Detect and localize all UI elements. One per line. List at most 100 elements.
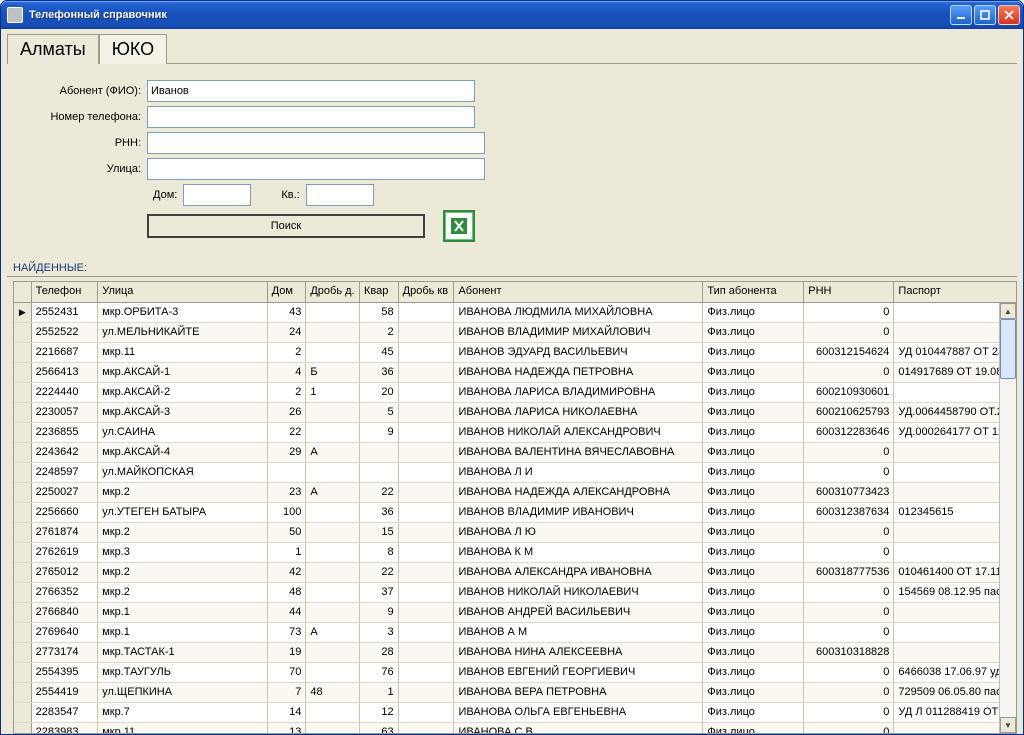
cell-abon: ИВАНОВ НИКОЛАЙ НИКОЛАЕВИЧ [454, 582, 703, 602]
cell-rnn: 0 [804, 322, 894, 342]
table-row[interactable]: 2236855ул.САИНА229ИВАНОВ НИКОЛАЙ АЛЕКСАН… [14, 422, 1017, 442]
col-house[interactable]: Дом [267, 282, 306, 302]
col-rowhead[interactable] [14, 282, 31, 302]
cell-street: ул.ЩЕПКИНА [98, 682, 268, 702]
export-excel-button[interactable] [443, 210, 475, 242]
table-row[interactable]: ▶2552431мкр.ОРБИТА-34358ИВАНОВА ЛЮДМИЛА … [14, 302, 1017, 322]
cell-phone: 2554419 [31, 682, 98, 702]
cell-frac [306, 502, 360, 522]
cell-abon: ИВАНОВА НАДЕЖДА ПЕТРОВНА [454, 362, 703, 382]
abon-input[interactable] [147, 80, 475, 102]
table-row[interactable]: 2230057мкр.АКСАЙ-3265ИВАНОВА ЛАРИСА НИКО… [14, 402, 1017, 422]
table-row[interactable]: 2554395мкр.ТАУГУЛЬ7076ИВАНОВ ЕВГЕНИЙ ГЕО… [14, 662, 1017, 682]
table-row[interactable]: 2765012мкр.24222ИВАНОВА АЛЕКСАНДРА ИВАНО… [14, 562, 1017, 582]
col-rnn[interactable]: РНН [804, 282, 894, 302]
street-input[interactable] [147, 158, 485, 180]
cell-fracf [398, 522, 454, 542]
table-row[interactable]: 2224440мкр.АКСАЙ-22120ИВАНОВА ЛАРИСА ВЛА… [14, 382, 1017, 402]
flat-input[interactable] [306, 184, 374, 206]
cell-type: Физ.лицо [703, 662, 804, 682]
row-indicator [14, 622, 31, 642]
cell-abon: ИВАНОВА НАДЕЖДА АЛЕКСАНДРОВНА [454, 482, 703, 502]
cell-type: Физ.лицо [703, 722, 804, 734]
cell-rnn: 600210930601 [804, 382, 894, 402]
cell-flat: 37 [360, 582, 399, 602]
minimize-button[interactable] [950, 5, 972, 25]
table-row[interactable]: 2552522ул.МЕЛЬНИКАЙТЕ242ИВАНОВ ВЛАДИМИР … [14, 322, 1017, 342]
vertical-scrollbar[interactable]: ▲ ▼ [999, 303, 1016, 733]
col-flat[interactable]: Квар [360, 282, 399, 302]
col-abon[interactable]: Абонент [454, 282, 703, 302]
table-row[interactable]: 2766840мкр.1449ИВАНОВ АНДРЕЙ ВАСИЛЬЕВИЧФ… [14, 602, 1017, 622]
cell-rnn: 0 [804, 462, 894, 482]
cell-frac: Б [306, 362, 360, 382]
cell-type: Физ.лицо [703, 402, 804, 422]
row-indicator [14, 482, 31, 502]
cell-abon: ИВАНОВА Л Ю [454, 522, 703, 542]
cell-frac [306, 562, 360, 582]
cell-rnn: 600210625793 [804, 402, 894, 422]
scroll-up-button[interactable]: ▲ [1000, 303, 1016, 319]
table-row[interactable]: 2566413мкр.АКСАЙ-14Б36ИВАНОВА НАДЕЖДА ПЕ… [14, 362, 1017, 382]
rnn-input[interactable] [147, 132, 485, 154]
table-row[interactable]: 2283547мкр.71412ИВАНОВА ОЛЬГА ЕВГЕНЬЕВНА… [14, 702, 1017, 722]
phone-input[interactable] [147, 106, 475, 128]
maximize-button[interactable] [974, 5, 996, 25]
cell-fracf [398, 622, 454, 642]
col-type[interactable]: Тип абонента [703, 282, 804, 302]
cell-flat: 1 [360, 682, 399, 702]
cell-frac [306, 722, 360, 734]
house-input[interactable] [183, 184, 251, 206]
table-row[interactable]: 2256660ул.УТЕГЕН БАТЫРА10036ИВАНОВ ВЛАДИ… [14, 502, 1017, 522]
cell-flat: 36 [360, 502, 399, 522]
cell-street: мкр.ТАУГУЛЬ [98, 662, 268, 682]
cell-street: мкр.7 [98, 702, 268, 722]
cell-abon: ИВАНОВА Л И [454, 462, 703, 482]
scroll-thumb[interactable] [1000, 319, 1016, 379]
row-indicator [14, 602, 31, 622]
table-row[interactable]: 2761874мкр.25015ИВАНОВА Л ЮФиз.лицо0 [14, 522, 1017, 542]
table-row[interactable]: 2216687мкр.11245ИВАНОВ ЭДУАРД ВАСИЛЬЕВИЧ… [14, 342, 1017, 362]
close-button[interactable] [998, 5, 1020, 25]
cell-abon: ИВАНОВА ЛАРИСА НИКОЛАЕВНА [454, 402, 703, 422]
cell-flat: 22 [360, 482, 399, 502]
row-indicator [14, 702, 31, 722]
results-divider [7, 276, 1017, 277]
table-row[interactable]: 2766352мкр.24837ИВАНОВ НИКОЛАЙ НИКОЛАЕВИ… [14, 582, 1017, 602]
table-row[interactable]: 2773174мкр.ТАСТАК-11928ИВАНОВА НИНА АЛЕК… [14, 642, 1017, 662]
scroll-down-button[interactable]: ▼ [1000, 717, 1016, 733]
cell-fracf [398, 542, 454, 562]
tab-almaty[interactable]: Алматы [7, 34, 99, 64]
col-street[interactable]: Улица [98, 282, 268, 302]
cell-phone: 2552522 [31, 322, 98, 342]
cell-flat: 9 [360, 602, 399, 622]
cell-flat [360, 442, 399, 462]
table-row[interactable]: 2769640мкр.173А3ИВАНОВ А МФиз.лицо0 [14, 622, 1017, 642]
table-row[interactable]: 2554419ул.ЩЕПКИНА7481ИВАНОВА ВЕРА ПЕТРОВ… [14, 682, 1017, 702]
row-indicator [14, 462, 31, 482]
cell-flat [360, 462, 399, 482]
tab-uko[interactable]: ЮКО [99, 34, 167, 64]
app-window: Телефонный справочник Алматы ЮКО Абонент… [0, 0, 1024, 735]
cell-rnn: 0 [804, 682, 894, 702]
table-row[interactable]: 2248597ул.МАЙКОПСКАЯИВАНОВА Л ИФиз.лицо0 [14, 462, 1017, 482]
cell-fracf [398, 562, 454, 582]
table-row[interactable]: 2243642мкр.АКСАЙ-429АИВАНОВА ВАЛЕНТИНА В… [14, 442, 1017, 462]
col-phone[interactable]: Телефон [31, 282, 98, 302]
cell-house: 23 [267, 482, 306, 502]
col-pass[interactable]: Паспорт [894, 282, 1017, 302]
cell-type: Физ.лицо [703, 542, 804, 562]
table-row[interactable]: 2762619мкр.318ИВАНОВА К МФиз.лицо0 [14, 542, 1017, 562]
cell-street: мкр.ТАСТАК-1 [98, 642, 268, 662]
cell-type: Физ.лицо [703, 342, 804, 362]
cell-fracf [398, 362, 454, 382]
col-fracf[interactable]: Дробь кв [398, 282, 454, 302]
col-frac[interactable]: Дробь д. [306, 282, 360, 302]
street-label: Улица: [11, 163, 147, 175]
search-button[interactable]: Поиск [147, 214, 425, 238]
cell-fracf [398, 342, 454, 362]
table-row[interactable]: 2283983мкр.111363ИВАНОВА С ВФиз.лицо0 [14, 722, 1017, 734]
cell-flat: 28 [360, 642, 399, 662]
table-row[interactable]: 2250027мкр.223А22ИВАНОВА НАДЕЖДА АЛЕКСАН… [14, 482, 1017, 502]
cell-street: мкр.ОРБИТА-3 [98, 302, 268, 322]
